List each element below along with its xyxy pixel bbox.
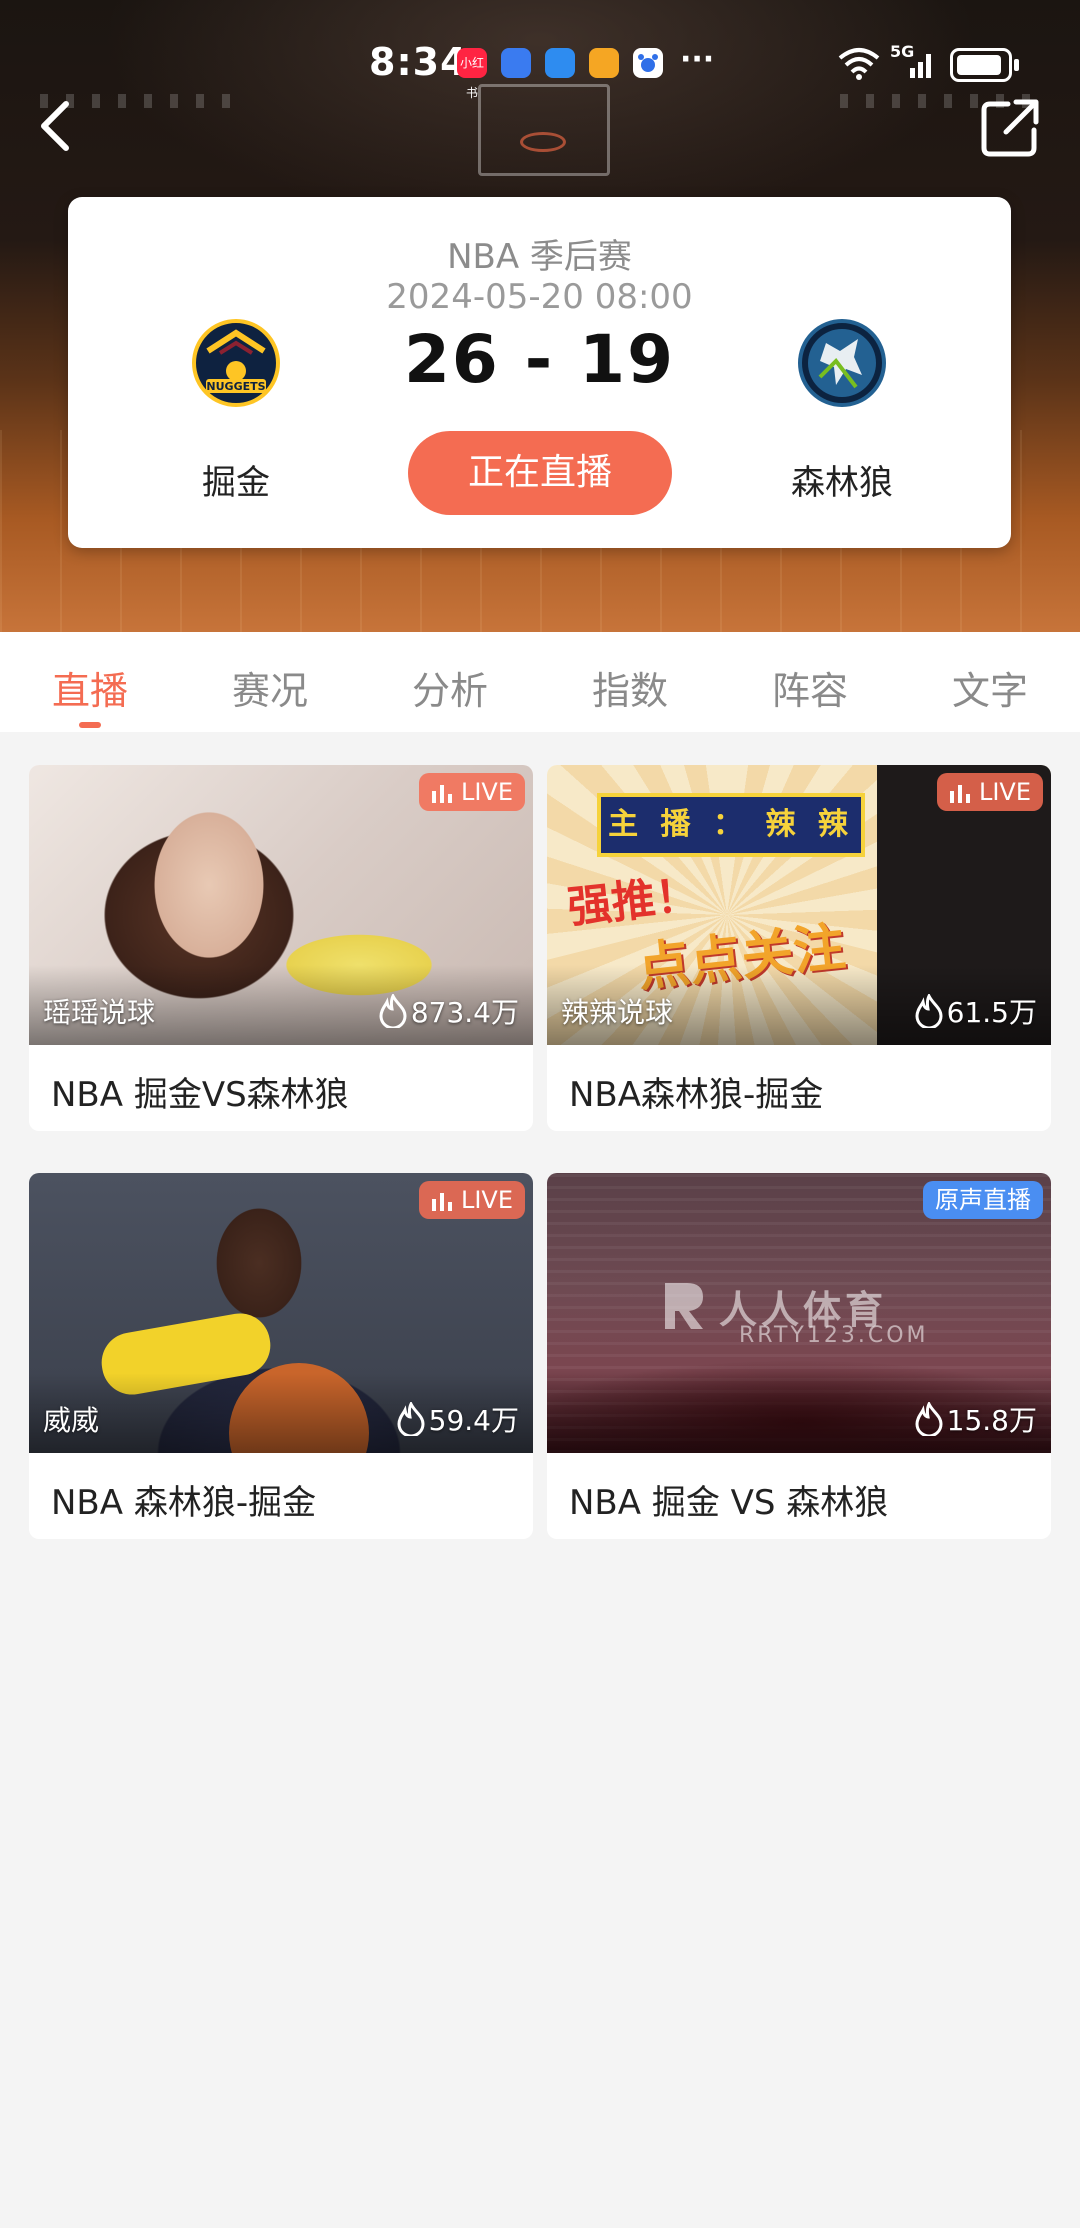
home-team-name: 掘金 bbox=[202, 463, 270, 503]
viewer-heat: 873.4万 bbox=[379, 991, 519, 1031]
stream-title: NBA森林狼-掘金 bbox=[569, 1075, 824, 1115]
viewer-heat: 59.4万 bbox=[397, 1399, 519, 1439]
streamer-name: 威威 bbox=[43, 1404, 100, 1437]
live-bars-icon bbox=[431, 1193, 452, 1211]
tab-bar: 直播 赛况 分析 指数 阵容 文字 bbox=[0, 632, 1080, 732]
messages-app-icon bbox=[545, 48, 575, 78]
now-live-button[interactable]: 正在直播 bbox=[408, 431, 672, 515]
stream-thumbnail: 主 播 ： 辣 辣 强推！ 点点关注 LIVE 辣辣说球 61.5万 bbox=[547, 765, 1051, 1045]
wifi-icon bbox=[838, 48, 880, 80]
match-datetime: 2024-05-20 08:00 bbox=[386, 277, 693, 317]
stream-title: NBA 掘金VS森林狼 bbox=[51, 1075, 349, 1115]
rrty-logo-icon bbox=[665, 1283, 703, 1329]
active-tab-indicator bbox=[79, 722, 101, 728]
tab-live[interactable]: 直播 bbox=[20, 660, 160, 715]
fire-icon bbox=[397, 1402, 425, 1436]
notes-app-icon bbox=[589, 48, 619, 78]
tab-text-live[interactable]: 文字 bbox=[920, 660, 1060, 715]
stream-card[interactable]: 主 播 ： 辣 辣 强推！ 点点关注 LIVE 辣辣说球 61.5万 NBA森林… bbox=[547, 765, 1051, 1131]
live-bars-icon bbox=[431, 785, 452, 803]
match-header: 8:34 小红书 ··· 5G NBA 季后赛 2024-05-20 08:00… bbox=[0, 0, 1080, 632]
svg-text:NUGGETS: NUGGETS bbox=[206, 380, 265, 393]
share-icon bbox=[981, 99, 1039, 157]
battery-icon bbox=[950, 48, 1019, 82]
streamer-name: 瑶瑶说球 bbox=[43, 996, 156, 1029]
stream-thumbnail: 人人体育 RRTY123.COM 原声直播 15.8万 bbox=[547, 1173, 1051, 1453]
watermark-url: RRTY123.COM bbox=[739, 1323, 929, 1348]
live-badge: LIVE bbox=[418, 773, 525, 811]
baidu-app-icon bbox=[633, 48, 663, 78]
live-badge: LIVE bbox=[936, 773, 1043, 811]
browser-app-icon bbox=[501, 48, 531, 78]
tab-lineup[interactable]: 阵容 bbox=[740, 660, 880, 715]
status-time: 8:34 bbox=[369, 40, 468, 84]
live-badge: LIVE bbox=[418, 1181, 525, 1219]
league-name: NBA 季后赛 bbox=[447, 237, 632, 277]
live-bars-icon bbox=[949, 785, 970, 803]
stream-card[interactable]: LIVE 瑶瑶说球 873.4万 NBA 掘金VS森林狼 bbox=[29, 765, 533, 1131]
status-bar: 8:34 小红书 ··· 5G bbox=[0, 36, 1080, 100]
fire-icon bbox=[379, 994, 407, 1028]
timberwolves-logo-icon bbox=[798, 319, 886, 407]
more-notifications-icon: ··· bbox=[680, 42, 715, 77]
viewer-heat: 15.8万 bbox=[915, 1399, 1037, 1439]
fire-icon bbox=[915, 1402, 943, 1436]
back-button[interactable] bbox=[30, 96, 86, 156]
stream-title: NBA 森林狼-掘金 bbox=[51, 1483, 317, 1523]
share-button[interactable] bbox=[978, 96, 1044, 160]
hoop-graphic bbox=[520, 132, 566, 152]
signal-icon bbox=[910, 54, 931, 78]
stream-thumbnail: LIVE 威威 59.4万 bbox=[29, 1173, 533, 1453]
original-audio-badge: 原声直播 bbox=[923, 1181, 1043, 1219]
fire-icon bbox=[915, 994, 943, 1028]
stream-thumbnail: LIVE 瑶瑶说球 873.4万 bbox=[29, 765, 533, 1045]
backboard-graphic bbox=[478, 84, 610, 176]
streamer-name: 辣辣说球 bbox=[561, 996, 674, 1029]
score-card: NBA 季后赛 2024-05-20 08:00 26 - 19 NUGGETS… bbox=[68, 197, 1011, 548]
chevron-left-icon bbox=[41, 101, 69, 151]
stream-card[interactable]: 人人体育 RRTY123.COM 原声直播 15.8万 NBA 掘金 VS 森林… bbox=[547, 1173, 1051, 1539]
tab-odds[interactable]: 指数 bbox=[560, 660, 700, 715]
away-team-name: 森林狼 bbox=[791, 463, 893, 503]
xiaohongshu-app-icon: 小红书 bbox=[457, 48, 487, 100]
nuggets-logo-icon: NUGGETS bbox=[192, 319, 280, 407]
stream-title: NBA 掘金 VS 森林狼 bbox=[569, 1483, 889, 1523]
thumb-caption: 主 播 ： 辣 辣 bbox=[597, 793, 865, 857]
stream-card[interactable]: LIVE 威威 59.4万 NBA 森林狼-掘金 bbox=[29, 1173, 533, 1539]
tab-match-status[interactable]: 赛况 bbox=[200, 660, 340, 715]
tab-analysis[interactable]: 分析 bbox=[380, 660, 520, 715]
viewer-heat: 61.5万 bbox=[915, 991, 1037, 1031]
